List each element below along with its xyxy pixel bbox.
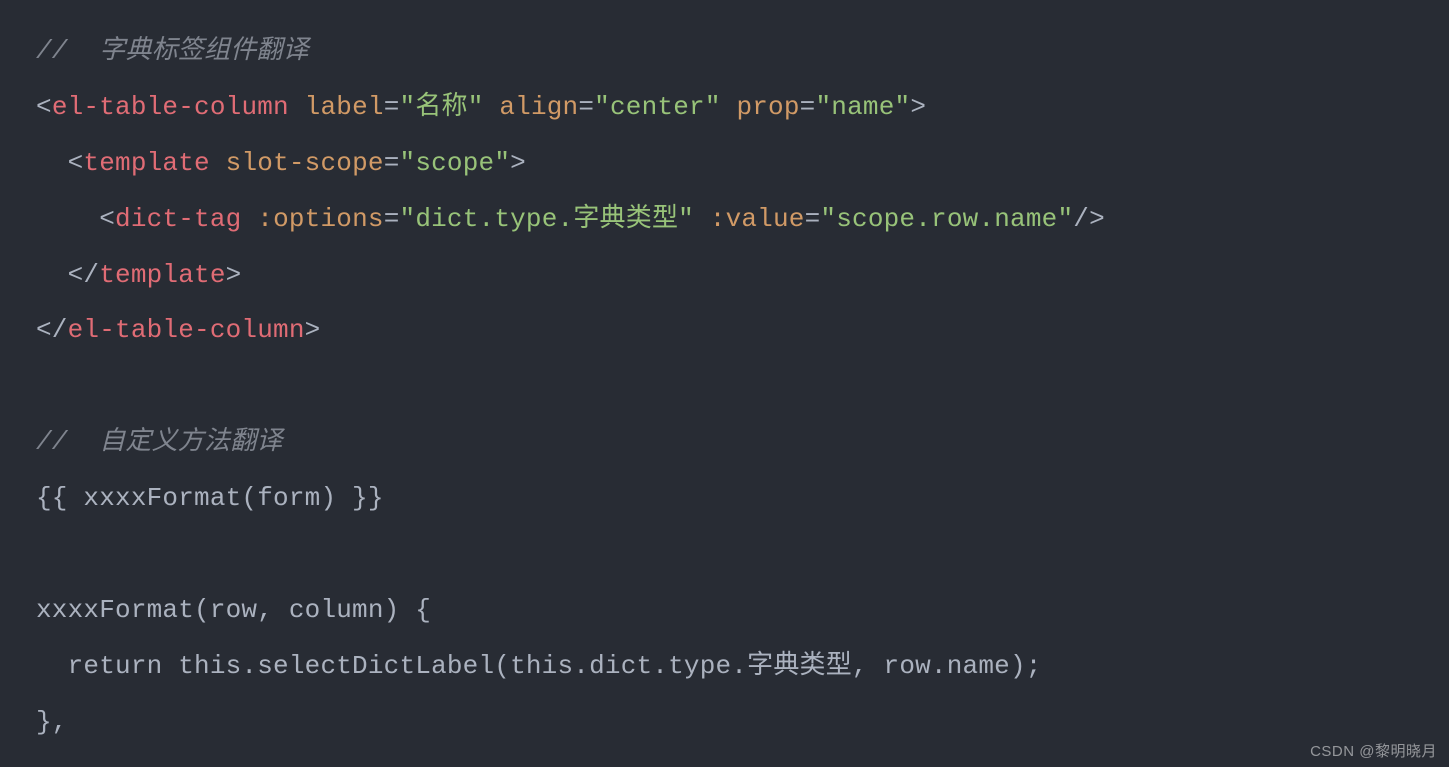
code-line: <dict-tag :options="dict.type.字典类型" :val… — [36, 204, 1105, 234]
attr-name: :value — [710, 204, 805, 234]
tag-name: template — [83, 148, 209, 178]
code-line-empty — [36, 371, 52, 401]
attr-value: name — [831, 92, 894, 122]
comment: // 自定义方法翻译 — [36, 427, 283, 457]
attr-name: prop — [736, 92, 799, 122]
attr-name: label — [305, 92, 384, 122]
attr-name: :options — [257, 204, 383, 234]
tag-name: el-table-column — [52, 92, 289, 122]
code-line: return this.selectDictLabel(this.dict.ty… — [36, 651, 1042, 681]
code-block: // 字典标签组件翻译 <el-table-column label="名称" … — [0, 0, 1449, 767]
code-line: xxxxFormat(row, column) { — [36, 595, 431, 625]
attr-name: slot-scope — [226, 148, 384, 178]
code-line-empty — [36, 539, 52, 569]
attr-value: center — [610, 92, 705, 122]
attr-value: scope — [415, 148, 494, 178]
tag-name: template — [99, 260, 225, 290]
code-line: </template> — [36, 260, 241, 290]
attr-value: scope.row.name — [836, 204, 1057, 234]
code-line: }, — [36, 707, 68, 737]
code-line: // 字典标签组件翻译 — [36, 36, 309, 66]
code-line: <template slot-scope="scope"> — [36, 148, 526, 178]
code-line: {{ xxxxFormat(form) }} — [36, 483, 384, 513]
attr-value: 名称 — [415, 92, 467, 122]
comment: // 字典标签组件翻译 — [36, 36, 309, 66]
code-line: // 自定义方法翻译 — [36, 427, 283, 457]
code-line: <el-table-column label="名称" align="cente… — [36, 92, 926, 122]
attr-name: align — [499, 92, 578, 122]
tag-name: el-table-column — [68, 315, 305, 345]
watermark: CSDN @黎明晓月 — [1310, 740, 1437, 761]
tag-name: dict-tag — [115, 204, 241, 234]
code-line: </el-table-column> — [36, 315, 320, 345]
attr-value: dict.type.字典类型 — [415, 204, 678, 234]
